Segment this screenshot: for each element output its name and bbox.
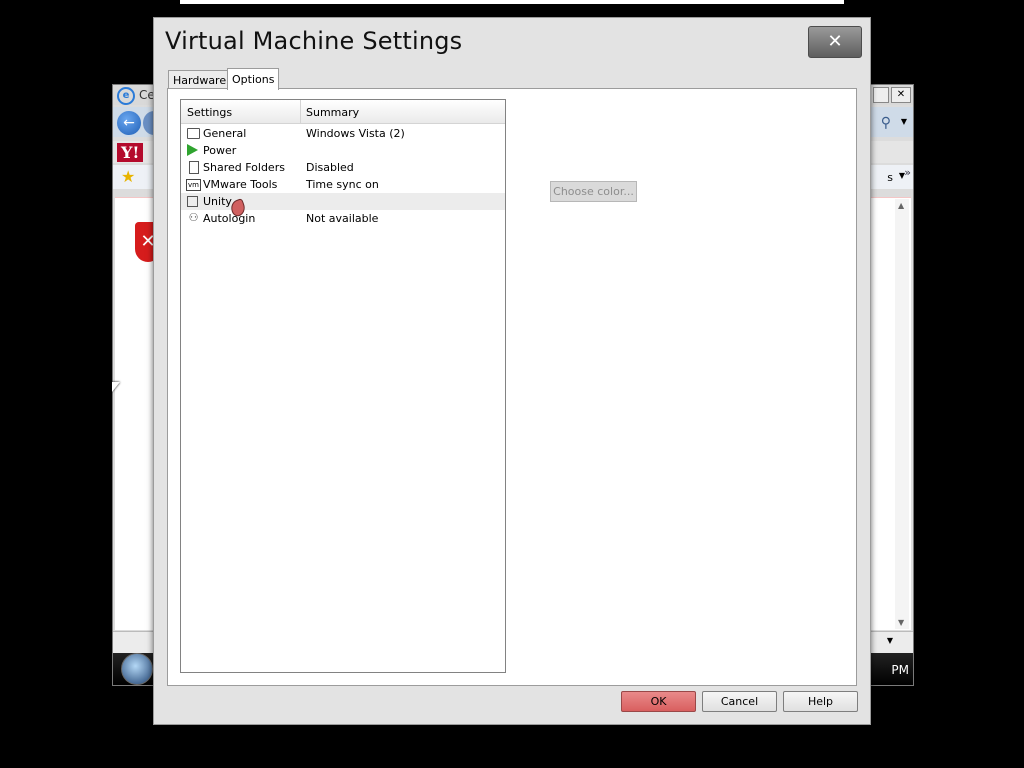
- list-item-label: VMware Tools: [203, 178, 278, 191]
- favorites-star-icon[interactable]: ★: [121, 167, 135, 186]
- scroll-up-icon[interactable]: ▲: [898, 201, 904, 210]
- unity-window-icon: [187, 196, 198, 207]
- column-header-settings[interactable]: Settings: [187, 106, 232, 119]
- more-chevron-icon[interactable]: »: [904, 166, 911, 179]
- list-item-summary: Windows Vista (2): [306, 127, 405, 140]
- start-button[interactable]: [121, 653, 153, 685]
- ok-button[interactable]: OK: [621, 691, 696, 712]
- yahoo-logo[interactable]: Y!: [117, 143, 144, 162]
- tab-options[interactable]: Options: [227, 68, 280, 90]
- help-button[interactable]: Help: [783, 691, 858, 712]
- taskbar-clock: PM: [891, 663, 909, 677]
- zoom-dropdown-icon[interactable]: ▼: [887, 636, 893, 645]
- scroll-down-icon[interactable]: ▼: [898, 618, 904, 627]
- back-arrow-icon[interactable]: ←: [117, 111, 141, 135]
- search-dropdown-icon[interactable]: ▼: [901, 117, 907, 126]
- tools-menu[interactable]: s: [887, 171, 893, 184]
- list-item-power[interactable]: Power: [181, 142, 505, 159]
- vm-icon: vm: [186, 179, 201, 191]
- list-item-autologin[interactable]: ⚇ Autologin Not available: [181, 210, 505, 227]
- maximize-button[interactable]: [873, 87, 889, 103]
- folder-share-icon: [189, 161, 199, 174]
- list-item-general[interactable]: General Windows Vista (2): [181, 125, 505, 142]
- dialog-close-button[interactable]: ✕: [808, 26, 862, 58]
- list-item-label: Shared Folders: [203, 161, 285, 174]
- options-panel: Settings Summary General Windows Vista (…: [167, 88, 857, 686]
- column-header-summary[interactable]: Summary: [306, 106, 359, 119]
- top-strip: [180, 0, 844, 4]
- list-item-label: Unity: [203, 195, 232, 208]
- list-item-summary: Time sync on: [306, 178, 379, 191]
- list-item-label: General: [203, 127, 247, 140]
- tab-hardware[interactable]: Hardware: [168, 70, 232, 90]
- list-item-summary: Not available: [306, 212, 379, 225]
- choose-color-button[interactable]: Choose color...: [550, 181, 637, 202]
- users-icon: ⚇: [188, 211, 199, 224]
- settings-list[interactable]: Settings Summary General Windows Vista (…: [180, 99, 506, 673]
- vm-settings-dialog: Virtual Machine Settings ✕ Hardware Opti…: [153, 17, 871, 725]
- column-divider[interactable]: [300, 100, 301, 123]
- browser-close-button[interactable]: ✕: [891, 87, 911, 103]
- list-item-summary: Disabled: [306, 161, 354, 174]
- monitor-icon: [187, 128, 200, 139]
- dialog-title: Virtual Machine Settings: [165, 27, 463, 55]
- list-item-vmware-tools[interactable]: vm VMware Tools Time sync on: [181, 176, 505, 193]
- cancel-button[interactable]: Cancel: [702, 691, 777, 712]
- search-icon[interactable]: ⚲: [881, 115, 891, 131]
- internet-explorer-icon: e: [117, 87, 135, 105]
- list-item-unity[interactable]: Unity: [181, 193, 505, 210]
- browser-scrollbar[interactable]: ▲ ▼: [895, 199, 909, 629]
- mouse-pointer-icon: [112, 382, 120, 392]
- play-triangle-icon: [187, 144, 198, 156]
- list-item-shared-folders[interactable]: Shared Folders Disabled: [181, 159, 505, 176]
- list-item-label: Autologin: [203, 212, 256, 225]
- list-header: Settings Summary: [181, 100, 505, 124]
- list-item-label: Power: [203, 144, 237, 157]
